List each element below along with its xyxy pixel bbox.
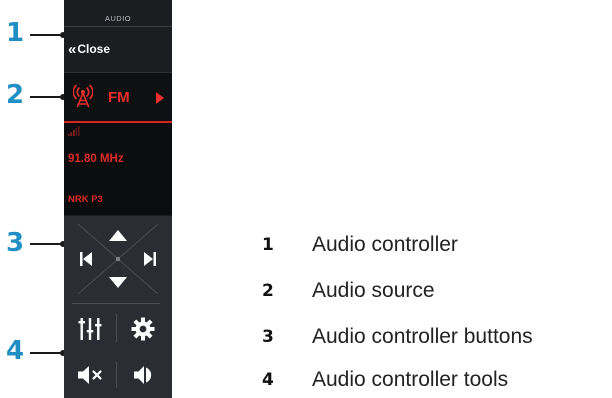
legend-number: 4	[262, 370, 274, 390]
volume-icon[interactable]	[134, 364, 156, 386]
legend-text: Audio controller buttons	[312, 325, 533, 348]
skip-forward-icon[interactable]	[144, 252, 156, 266]
legend-number: 3	[262, 327, 274, 347]
callout-leader-line	[30, 241, 66, 247]
gear-icon[interactable]	[131, 317, 155, 341]
legend-text: Audio controller	[312, 233, 458, 256]
up-icon[interactable]	[109, 230, 127, 241]
skip-back-icon[interactable]	[80, 252, 92, 266]
equalizer-icon[interactable]	[78, 318, 102, 340]
tools-divider	[116, 314, 117, 342]
close-label: Close	[77, 42, 111, 56]
mute-icon[interactable]	[78, 365, 104, 385]
controller-buttons	[77, 223, 159, 295]
double-chevron-left-icon: «	[68, 40, 77, 58]
callout-number: 2	[6, 80, 25, 110]
signal-strength-icon	[68, 126, 80, 136]
source-label: FM	[108, 89, 130, 106]
caret-right-icon	[156, 92, 164, 104]
audio-source-selector[interactable]: FM	[64, 72, 172, 122]
controller-area	[64, 216, 172, 398]
callout-number: 4	[6, 336, 25, 366]
panel-title: AUDIO	[104, 14, 132, 23]
tools-divider	[116, 362, 117, 388]
frequency-readout: 91.80 MHz	[68, 153, 124, 165]
legend-text: Audio controller tools	[312, 368, 509, 391]
callout-leader-line	[30, 350, 66, 356]
legend-number: 1	[262, 235, 274, 255]
legend-item: 3 Audio controller buttons	[262, 320, 533, 354]
legend-number: 2	[262, 281, 274, 301]
station-info: 91.80 MHz NRK P3	[64, 123, 172, 215]
callout-number: 3	[6, 228, 25, 258]
callout-leader-line	[30, 94, 66, 100]
audio-panel: AUDIO « Close FM 91.80 MHz NRK P3	[64, 0, 172, 398]
legend-item: 1 Audio controller	[262, 228, 458, 262]
callout-leader-line	[30, 32, 66, 38]
close-button[interactable]: « Close	[68, 38, 164, 60]
legend-item: 4 Audio controller tools	[262, 363, 508, 397]
down-icon[interactable]	[109, 277, 127, 288]
radio-antenna-icon	[73, 84, 93, 108]
station-name: NRK P3	[68, 194, 103, 205]
controls-divider	[72, 303, 160, 304]
title-divider	[64, 26, 172, 27]
callout-number: 1	[6, 18, 25, 48]
legend-item: 2 Audio source	[262, 274, 435, 308]
legend-text: Audio source	[312, 279, 435, 302]
